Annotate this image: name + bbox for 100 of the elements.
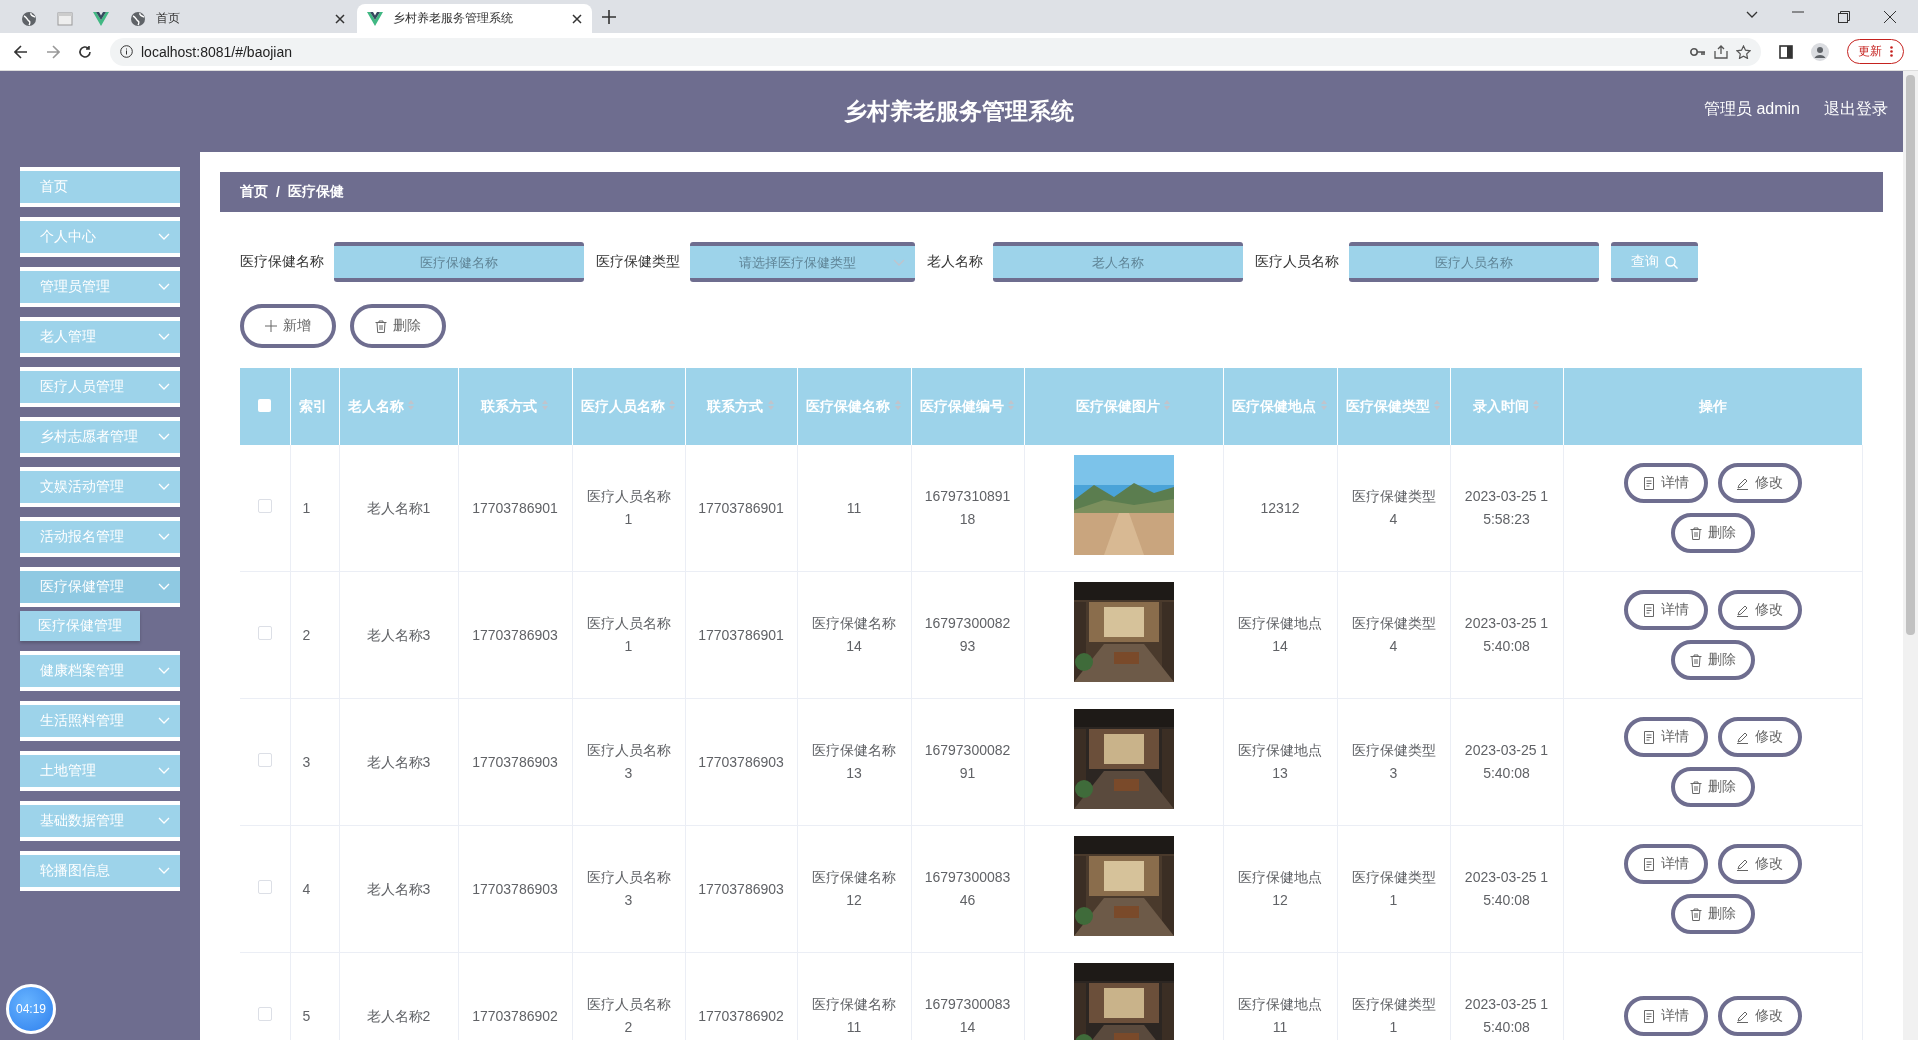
- column-header[interactable]: 联系方式: [458, 368, 572, 445]
- edit-button[interactable]: 修改: [1717, 590, 1802, 630]
- chevron-down-icon: [158, 583, 170, 591]
- delete-button[interactable]: 删除: [1670, 513, 1755, 553]
- delete-button[interactable]: 删除: [1670, 640, 1755, 680]
- checkbox[interactable]: [257, 752, 272, 767]
- column-header[interactable]: 医疗保健地点: [1223, 368, 1337, 445]
- sidebar-item[interactable]: 轮播图信息: [20, 851, 180, 891]
- sidebar-item[interactable]: 管理员管理: [20, 267, 180, 307]
- checkbox[interactable]: [258, 398, 272, 412]
- checkbox[interactable]: [257, 879, 272, 894]
- sidebar-item[interactable]: 基础数据管理: [20, 801, 180, 841]
- details-button[interactable]: 详情: [1623, 590, 1708, 630]
- scrollbar[interactable]: [1903, 71, 1918, 1040]
- search-button[interactable]: 查询: [1611, 242, 1698, 282]
- sort-icon[interactable]: [540, 398, 549, 411]
- pencil-icon: [1736, 730, 1749, 744]
- breadcrumb-item[interactable]: 首页: [240, 183, 268, 201]
- star-icon[interactable]: [1736, 44, 1751, 59]
- edit-button[interactable]: 修改: [1717, 717, 1802, 757]
- select-field[interactable]: 请选择医疗保健类型: [690, 242, 915, 282]
- v-logo-icon: [93, 11, 109, 26]
- details-button[interactable]: 详情: [1623, 463, 1708, 503]
- column-header[interactable]: 医疗保健类型: [1337, 368, 1450, 445]
- minimize-icon[interactable]: [1792, 10, 1804, 13]
- back-icon[interactable]: [14, 44, 28, 59]
- edit-button[interactable]: 修改: [1717, 463, 1802, 503]
- pencil-icon: [1736, 603, 1749, 617]
- column-header: 操作: [1563, 368, 1862, 445]
- checkbox[interactable]: [257, 1006, 272, 1021]
- sidebar-item[interactable]: 活动报名管理: [20, 517, 180, 557]
- sidebar-item[interactable]: 文娱活动管理: [20, 467, 180, 507]
- column-header[interactable]: 医疗保健名称: [797, 368, 911, 445]
- sidebar-item[interactable]: 医疗保健管理: [20, 567, 180, 607]
- update-button[interactable]: 更新: [1847, 39, 1904, 64]
- search-field[interactable]: 医疗人员名称: [1349, 242, 1599, 282]
- checkbox[interactable]: [257, 498, 272, 513]
- search-field[interactable]: 老人名称: [993, 242, 1243, 282]
- sort-icon[interactable]: [1532, 398, 1541, 411]
- close-icon[interactable]: [1884, 10, 1896, 23]
- v-logo-icon: [367, 11, 383, 26]
- sort-icon[interactable]: [407, 398, 416, 411]
- pencil-icon: [1736, 857, 1749, 871]
- key-icon[interactable]: [1690, 46, 1706, 57]
- sidebar-item[interactable]: 首页: [20, 167, 180, 207]
- details-button[interactable]: 详情: [1623, 996, 1708, 1036]
- details-button[interactable]: 详情: [1623, 844, 1708, 884]
- table-cell: 17703786903: [458, 698, 572, 826]
- edit-button[interactable]: 修改: [1717, 996, 1802, 1036]
- sort-icon[interactable]: [1163, 398, 1172, 411]
- sort-icon[interactable]: [1319, 398, 1328, 411]
- close-icon[interactable]: [335, 13, 345, 24]
- forward-icon[interactable]: [46, 44, 60, 59]
- sidebar-item[interactable]: 老人管理: [20, 317, 180, 357]
- sidebar-item[interactable]: 个人中心: [20, 217, 180, 257]
- checkbox[interactable]: [257, 625, 272, 640]
- side-panel-icon[interactable]: [1779, 44, 1793, 59]
- sort-icon[interactable]: [1007, 398, 1016, 411]
- column-header[interactable]: 录入时间: [1450, 368, 1563, 445]
- column-header[interactable]: 联系方式: [685, 368, 797, 445]
- delete-button[interactable]: 删除: [1670, 767, 1755, 807]
- sidebar-item[interactable]: 健康档案管理: [20, 651, 180, 691]
- column-header[interactable]: 老人名称: [339, 368, 458, 445]
- restore-icon[interactable]: [1838, 10, 1850, 23]
- column-header[interactable]: 医疗人员名称: [572, 368, 685, 445]
- sort-icon[interactable]: [766, 398, 775, 411]
- search-field[interactable]: 医疗保健名称: [334, 242, 584, 282]
- globe-icon: [130, 10, 146, 27]
- sidebar-subitem[interactable]: 医疗保健管理: [20, 611, 140, 641]
- sort-icon[interactable]: [1433, 398, 1442, 411]
- sidebar-item[interactable]: 乡村志愿者管理: [20, 417, 180, 457]
- user-label: 管理员 admin: [1703, 99, 1800, 119]
- edit-button[interactable]: 修改: [1717, 844, 1802, 884]
- browser-tab[interactable]: 首页: [120, 4, 355, 33]
- chevron-down-icon: [893, 259, 905, 267]
- new-tab-icon[interactable]: [602, 9, 616, 24]
- sort-icon[interactable]: [893, 398, 902, 411]
- delete-button[interactable]: 删除: [350, 304, 446, 348]
- browser-tab[interactable]: 乡村养老服务管理系统: [357, 4, 592, 33]
- delete-button[interactable]: 删除: [1670, 894, 1755, 934]
- sidebar-item[interactable]: 土地管理: [20, 751, 180, 791]
- breadcrumb-separator: /: [276, 184, 280, 200]
- sidebar-item[interactable]: 生活照料管理: [20, 701, 180, 741]
- share-icon[interactable]: [1714, 44, 1728, 59]
- sidebar-item[interactable]: 医疗人员管理: [20, 367, 180, 407]
- close-icon[interactable]: [572, 13, 582, 24]
- reload-icon[interactable]: [78, 44, 92, 59]
- profile-icon[interactable]: [1811, 42, 1829, 61]
- chevron-down-icon: [158, 533, 170, 541]
- add-button[interactable]: 新增: [240, 304, 336, 348]
- address-bar[interactable]: localhost:8081/#/baojian: [110, 37, 1761, 66]
- details-button[interactable]: 详情: [1623, 717, 1708, 757]
- column-header[interactable]: 医疗保健编号: [911, 368, 1024, 445]
- sort-icon[interactable]: [668, 398, 677, 411]
- logout-link[interactable]: 退出登录: [1824, 99, 1888, 120]
- table-cell: 3: [290, 698, 339, 826]
- column-header[interactable]: 医疗保健图片: [1024, 368, 1223, 445]
- chevron-down-icon: [158, 717, 170, 725]
- url-text: localhost:8081/#/baojian: [141, 43, 292, 60]
- chevron-down-icon[interactable]: [1746, 10, 1758, 19]
